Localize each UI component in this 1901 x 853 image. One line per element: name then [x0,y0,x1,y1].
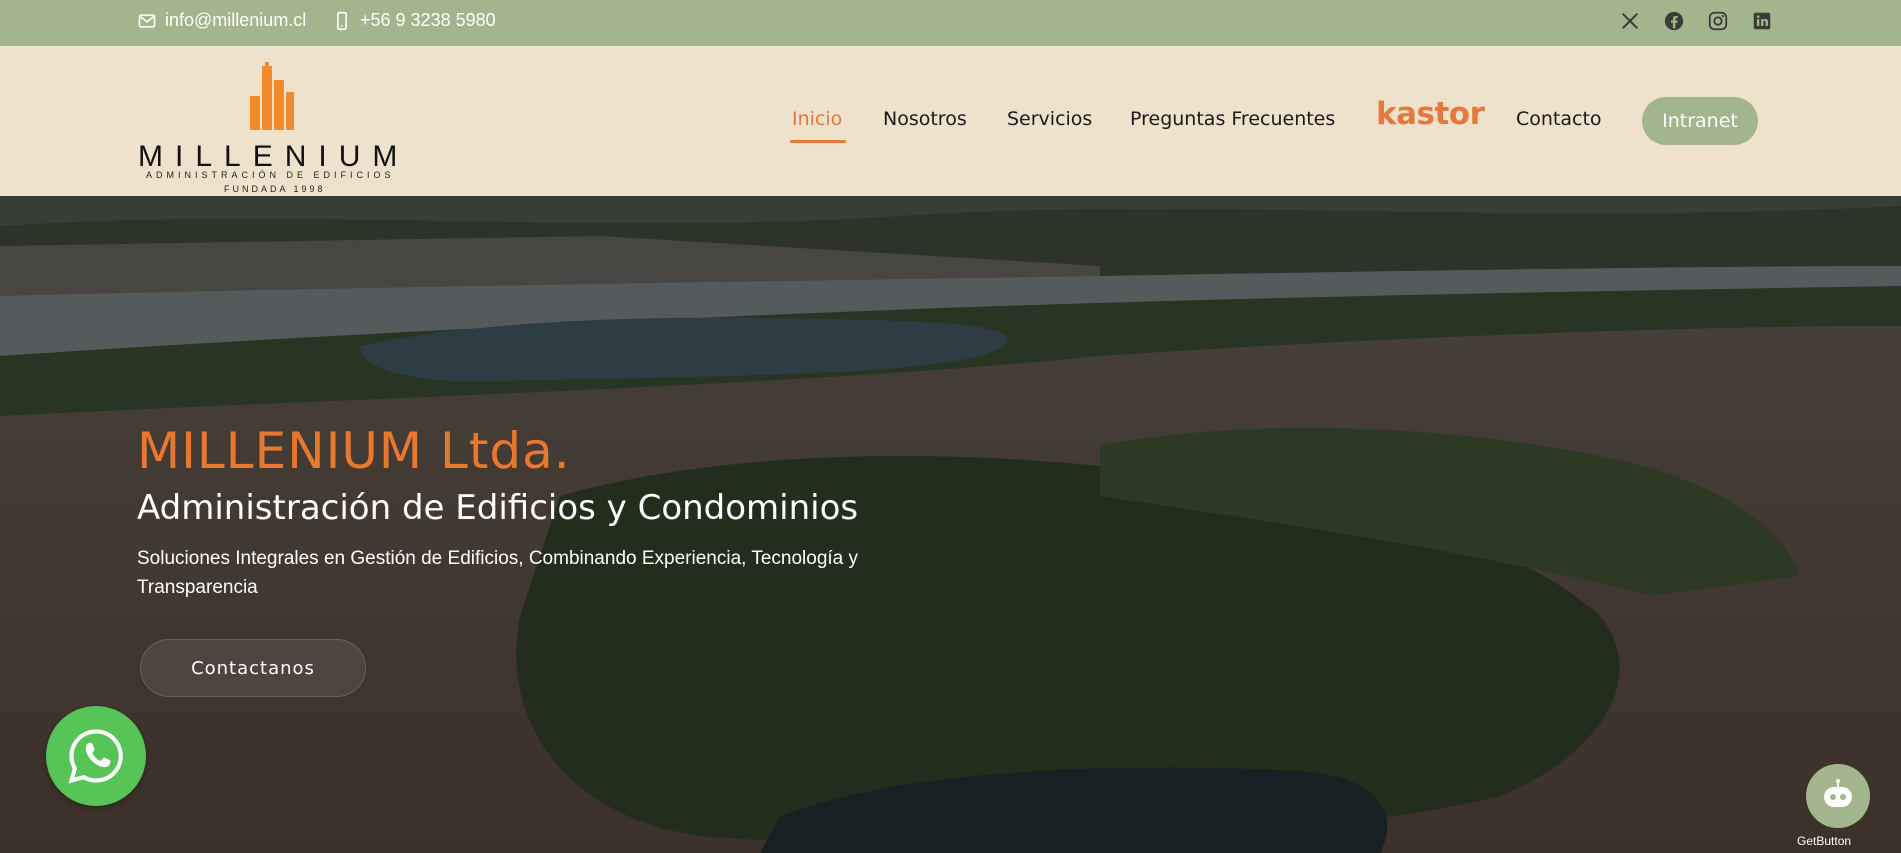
hero-description: Soluciones Integrales en Gestión de Edif… [137,548,859,598]
phone-text: +56 9 3238 5980 [360,10,496,30]
logo-founded: FUNDADA 1998 [224,184,326,194]
logo-tagline: ADMINISTRACIÓN DE EDIFICIOS [146,170,395,180]
facebook-icon[interactable] [1663,10,1685,32]
nav-item-kastor-logo[interactable]: kastor [1376,96,1485,132]
chatbot-button[interactable] [1806,764,1870,828]
hero-title: MILLENIUM Ltda. [137,422,571,480]
phone-link[interactable]: +56 9 3238 5980 [332,10,496,31]
linkedin-icon[interactable] [1751,10,1773,32]
nav-item-servicios[interactable]: Servicios [1007,108,1092,130]
x-twitter-icon[interactable] [1619,10,1641,32]
top-contact-bar: info@millenium.cl +56 9 3238 5980 [0,0,1901,46]
getbutton-label: GetButton [1797,834,1852,848]
site-header: MILLENIUM ADMINISTRACIÓN DE EDIFICIOS FU… [0,46,1901,196]
intranet-button[interactable]: Intranet [1642,97,1758,145]
mobile-phone-icon [337,11,347,30]
nav-item-nosotros[interactable]: Nosotros [883,108,967,130]
hero-subtitle: Administración de Edificios y Condominio… [137,488,859,528]
instagram-icon[interactable] [1707,10,1729,32]
building-logo-icon [250,62,294,130]
millenium-logo[interactable]: MILLENIUM ADMINISTRACIÓN DE EDIFICIOS FU… [136,60,416,194]
chatbot-icon [1824,779,1852,807]
nav-item-inicio[interactable]: Inicio [792,108,842,130]
whatsapp-icon [68,729,123,784]
active-nav-indicator [790,140,846,143]
nav-item-contacto[interactable]: Contacto [1516,108,1602,130]
social-links [1619,10,1773,32]
contactanos-button[interactable]: Contactanos [140,639,366,697]
logo-wordmark: MILLENIUM [138,140,410,173]
envelope-icon [138,13,156,28]
getbutton-credit[interactable]: GetButton [1797,834,1851,848]
email-link[interactable]: info@millenium.cl [137,10,306,31]
whatsapp-button[interactable] [46,706,146,806]
hero-section: MILLENIUM Ltda. Administración de Edific… [0,196,1901,853]
nav-item-preguntas-frecuentes[interactable]: Preguntas Frecuentes [1130,108,1335,130]
email-text: info@millenium.cl [165,10,307,30]
